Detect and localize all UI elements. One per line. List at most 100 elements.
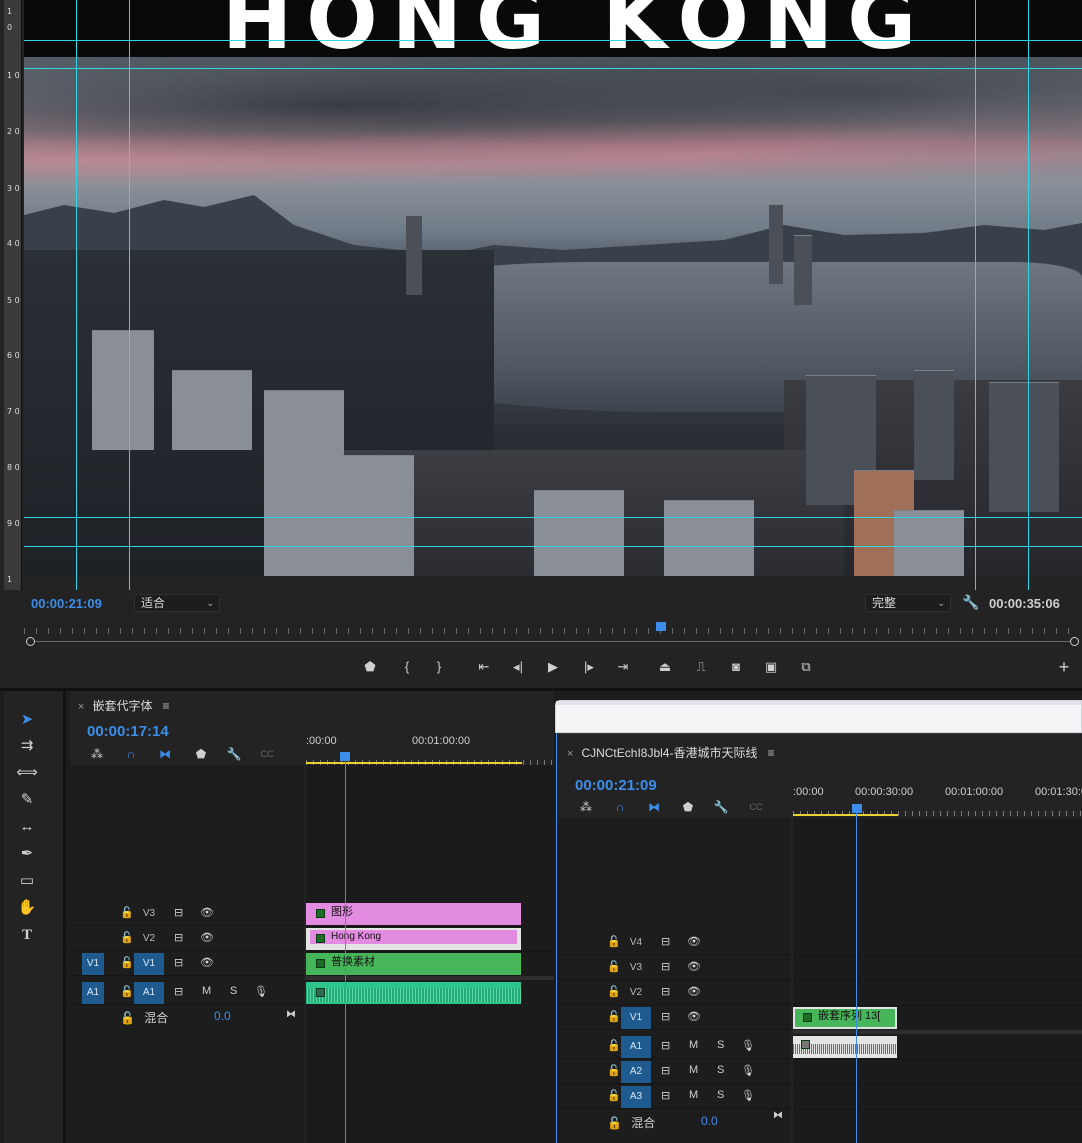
captions-icon[interactable]: CC <box>747 799 765 815</box>
rectangle-tool-icon[interactable]: ▭ <box>16 870 38 892</box>
bowtie-icon[interactable]: ⧓ <box>773 1110 783 1121</box>
source-patch[interactable]: V1 <box>82 953 104 975</box>
sync-lock-icon[interactable]: ⊟ <box>661 1064 670 1077</box>
eye-icon[interactable]: 👁 <box>200 906 214 919</box>
selection-tool-icon[interactable]: ➤ <box>16 709 38 731</box>
guide-line[interactable] <box>76 0 77 590</box>
close-icon[interactable]: × <box>78 701 84 713</box>
lock-icon[interactable]: 🔓 <box>607 1064 621 1077</box>
lock-icon[interactable]: 🔓 <box>120 956 134 969</box>
close-icon[interactable]: × <box>567 748 573 760</box>
go-to-in-icon[interactable]: ⇤ <box>472 656 496 678</box>
wrench-icon[interactable]: 🔧 <box>225 746 243 762</box>
add-button-icon[interactable]: + <box>1052 656 1076 678</box>
lock-icon[interactable]: 🔓 <box>607 1089 621 1102</box>
clip-nested-audio[interactable] <box>793 1036 897 1058</box>
track-name[interactable]: V3 <box>134 903 164 925</box>
track-content-area[interactable]: 嵌套序列 13[ <box>793 806 1082 1143</box>
guide-line[interactable] <box>975 0 976 590</box>
sequence-timecode[interactable]: 00:00:21:09 <box>575 777 657 794</box>
type-tool-icon[interactable]: T <box>16 924 38 946</box>
lock-icon[interactable]: 🔓 <box>607 960 621 973</box>
pen-tool-icon[interactable]: ✒ <box>16 843 38 865</box>
razor-tool-icon[interactable]: ✎ <box>16 789 38 811</box>
guide-line[interactable] <box>24 546 1082 547</box>
snap-magnet-icon[interactable]: ∩ <box>611 799 629 815</box>
clip-audio[interactable] <box>306 982 521 1004</box>
linked-selection-icon[interactable]: ⧓ <box>645 799 663 815</box>
track-name[interactable]: V2 <box>134 928 164 950</box>
playhead-marker[interactable] <box>656 622 666 631</box>
sync-lock-icon[interactable]: ⊟ <box>174 956 183 969</box>
track-name[interactable]: V3 <box>621 957 651 979</box>
comparison-view-icon[interactable]: ▣ <box>759 656 783 678</box>
solo-button[interactable]: S <box>717 1039 724 1051</box>
playhead-line[interactable] <box>345 752 346 1143</box>
solo-button[interactable]: S <box>230 985 237 997</box>
eye-icon[interactable]: 👁 <box>687 935 701 948</box>
clip-replace-footage[interactable]: 普换素材 <box>306 953 521 975</box>
quality-dropdown[interactable]: 完整 ⌄ <box>865 594 951 612</box>
lock-icon[interactable]: 🔓 <box>607 985 621 998</box>
eye-icon[interactable]: 👁 <box>687 1010 701 1023</box>
mark-in-icon[interactable]: { <box>395 656 419 678</box>
nest-toggle-icon[interactable]: ⁂ <box>577 799 595 815</box>
camera-icon[interactable]: ◙ <box>724 656 748 678</box>
add-marker-icon[interactable]: ⬟ <box>358 656 382 678</box>
clip-graphics[interactable]: 图形 <box>306 903 521 925</box>
lock-icon[interactable]: 🔓 <box>120 931 134 944</box>
sync-lock-icon[interactable]: ⊟ <box>174 906 183 919</box>
clip-text[interactable]: Hong Kong <box>306 928 521 950</box>
eye-icon[interactable]: 👁 <box>687 960 701 973</box>
track-content-area[interactable]: 图形 Hong Kong 普换素材 <box>306 752 554 1143</box>
lock-icon[interactable]: 🔓 <box>120 1011 135 1025</box>
playhead-line[interactable] <box>856 806 857 1143</box>
microphone-icon[interactable]: 🎙 <box>741 1039 755 1052</box>
solo-button[interactable]: S <box>717 1064 724 1076</box>
mute-button[interactable]: M <box>689 1039 698 1051</box>
guide-line[interactable] <box>24 40 1082 41</box>
eye-icon[interactable]: 👁 <box>200 956 214 969</box>
track-select-tool-icon[interactable]: ⇉ <box>16 735 38 757</box>
time-ruler[interactable]: :00:00 00:00:30:00 00:01:00:00 00:01:30:… <box>793 782 1082 816</box>
ripple-edit-tool-icon[interactable]: ⟺ <box>16 762 38 784</box>
timeline-tab[interactable]: × CJNCtEchI8Jbl4-香港城市天际线 ≡ <box>567 744 774 761</box>
sync-lock-icon[interactable]: ⊟ <box>661 1039 670 1052</box>
mute-button[interactable]: M <box>689 1089 698 1101</box>
track-name[interactable]: V1 <box>621 1007 651 1029</box>
linked-selection-icon[interactable]: ⧓ <box>156 746 174 762</box>
monitor-scrubber[interactable] <box>24 622 1079 650</box>
guide-line[interactable] <box>1028 0 1029 590</box>
lock-icon[interactable]: 🔓 <box>607 1039 621 1052</box>
slip-tool-icon[interactable]: ↔ <box>16 816 38 838</box>
extract-icon[interactable]: ⎍ <box>689 656 713 678</box>
mix-value[interactable]: 0.0 <box>701 1114 718 1128</box>
captions-icon[interactable]: CC <box>258 746 276 762</box>
snap-magnet-icon[interactable]: ∩ <box>122 746 140 762</box>
mix-value[interactable]: 0.0 <box>214 1009 231 1023</box>
wrench-icon[interactable]: 🔧 <box>962 594 979 611</box>
nest-toggle-icon[interactable]: ⁂ <box>88 746 106 762</box>
track-name[interactable]: A3 <box>621 1086 651 1108</box>
sync-lock-icon[interactable]: ⊟ <box>661 1010 670 1023</box>
track-name[interactable]: V1 <box>134 953 164 975</box>
menu-icon[interactable]: ≡ <box>767 746 774 760</box>
add-marker-icon[interactable]: ⬟ <box>192 746 210 762</box>
mark-out-icon[interactable]: } <box>427 656 451 678</box>
play-icon[interactable]: ▶ <box>541 656 565 678</box>
mute-button[interactable]: M <box>202 985 211 997</box>
step-forward-icon[interactable]: |▸ <box>577 656 601 678</box>
sync-lock-icon[interactable]: ⊟ <box>661 985 670 998</box>
clip-nested-sequence[interactable]: 嵌套序列 13[ <box>793 1007 897 1029</box>
wrench-icon[interactable]: 🔧 <box>712 799 730 815</box>
go-to-out-icon[interactable]: ⇥ <box>611 656 635 678</box>
guide-line[interactable] <box>129 0 130 590</box>
microphone-icon[interactable]: 🎙 <box>741 1064 755 1077</box>
lift-icon[interactable]: ⏏ <box>653 656 677 678</box>
sync-lock-icon[interactable]: ⊟ <box>661 935 670 948</box>
track-name[interactable]: A1 <box>134 982 164 1004</box>
current-timecode[interactable]: 00:00:21:09 <box>31 596 102 611</box>
solo-button[interactable]: S <box>717 1089 724 1101</box>
sync-lock-icon[interactable]: ⊟ <box>661 1089 670 1102</box>
zoom-dropdown[interactable]: 适合 ⌄ <box>134 594 220 612</box>
